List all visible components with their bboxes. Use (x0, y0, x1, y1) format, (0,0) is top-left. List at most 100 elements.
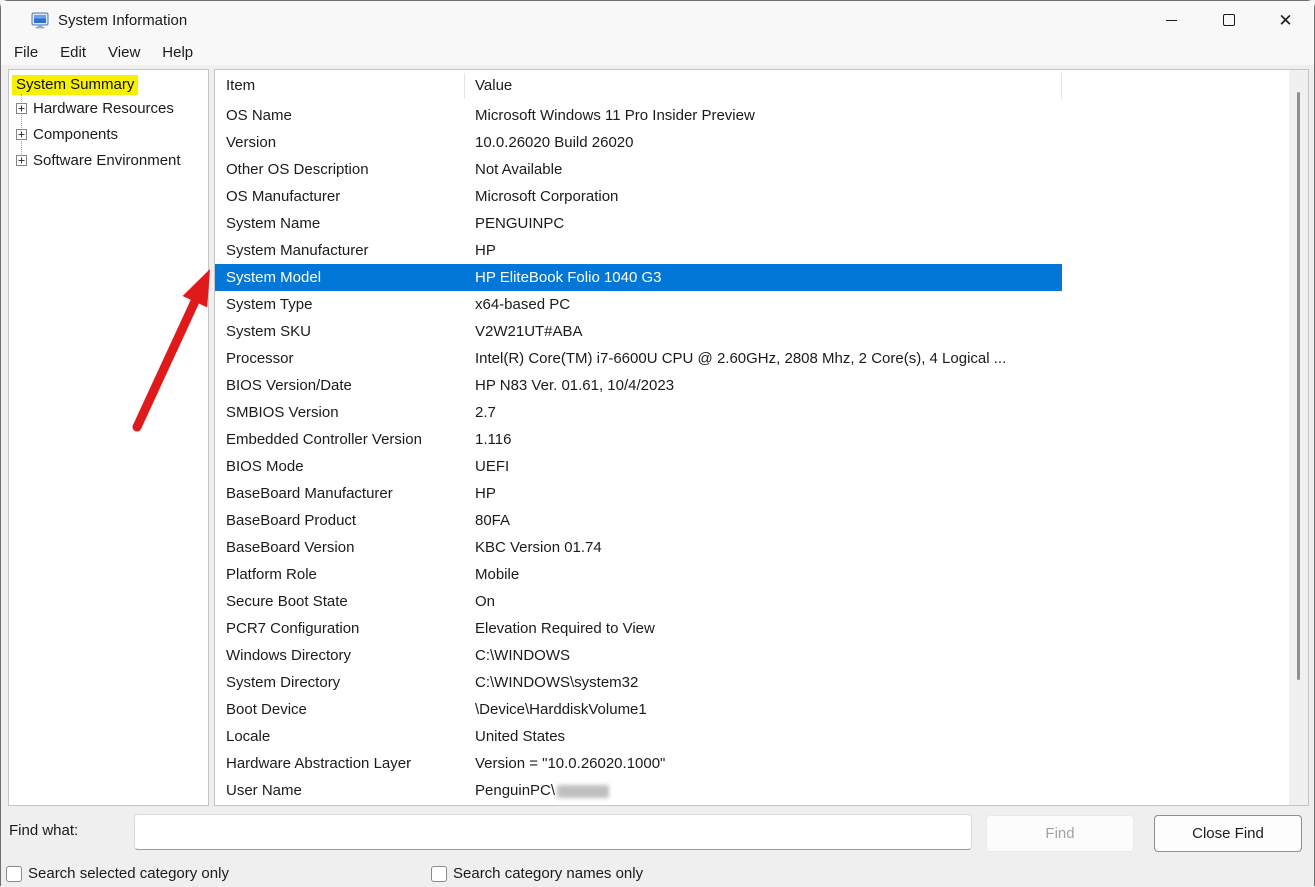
table-row[interactable]: BIOS ModeUEFI (215, 453, 1062, 480)
maximize-button[interactable] (1200, 1, 1257, 39)
row-value: HP (465, 480, 1062, 507)
row-item: System Name (215, 210, 465, 237)
row-value: 1.116 (465, 426, 1062, 453)
row-value: 2.7 (465, 399, 1062, 426)
menu-bar: File Edit View Help (1, 39, 1314, 65)
table-row[interactable]: System Typex64-based PC (215, 291, 1062, 318)
row-item: BIOS Mode (215, 453, 465, 480)
table-row[interactable]: System NamePENGUINPC (215, 210, 1062, 237)
column-header-item[interactable]: Item (215, 73, 465, 99)
table-row[interactable]: Version10.0.26020 Build 26020 (215, 129, 1062, 156)
table-row-user-name[interactable]: User NamePenguinPC\ (215, 777, 1062, 804)
find-button[interactable]: Find (986, 815, 1134, 852)
row-value: C:\WINDOWS (465, 642, 1062, 669)
column-header-value[interactable]: Value (465, 73, 1062, 99)
tree-item-hardware-resources[interactable]: Hardware Resources (9, 95, 208, 121)
table-row[interactable]: BaseBoard VersionKBC Version 01.74 (215, 534, 1062, 561)
tree-item-software-environment[interactable]: Software Environment (9, 147, 208, 173)
row-item: BaseBoard Version (215, 534, 465, 561)
row-item: System Manufacturer (215, 237, 465, 264)
checkbox-label: Search category names only (453, 865, 643, 882)
menu-edit[interactable]: Edit (49, 42, 97, 63)
table-row[interactable]: Other OS DescriptionNot Available (215, 156, 1062, 183)
system-information-window: { "window": { "title": "System Informati… (0, 0, 1315, 886)
menu-file[interactable]: File (3, 42, 49, 63)
row-value: United States (465, 723, 1062, 750)
row-item: Version (215, 129, 465, 156)
row-value: Mobile (465, 561, 1062, 588)
close-find-button[interactable]: Close Find (1154, 815, 1302, 852)
close-button[interactable]: ✕ (1257, 1, 1314, 39)
row-item: Hardware Abstraction Layer (215, 750, 465, 777)
vertical-scrollbar-thumb[interactable] (1297, 92, 1300, 680)
table-row-selected-system-model[interactable]: System ModelHP EliteBook Folio 1040 G3 (215, 264, 1062, 291)
row-value: UEFI (465, 453, 1062, 480)
table-row[interactable]: Platform RoleMobile (215, 561, 1062, 588)
table-row[interactable]: OS NameMicrosoft Windows 11 Pro Insider … (215, 102, 1062, 129)
table-row[interactable]: OS ManufacturerMicrosoft Corporation (215, 183, 1062, 210)
tree-item-components[interactable]: Components (9, 121, 208, 147)
system-summary-highlight[interactable]: System Summary (12, 75, 138, 95)
table-row[interactable]: System SKUV2W21UT#ABA (215, 318, 1062, 345)
category-tree-panel: System Summary Hardware Resources Compon… (8, 69, 209, 806)
row-value: C:\WINDOWS\system32 (465, 669, 1062, 696)
row-value: 80FA (465, 507, 1062, 534)
redacted-username-blur (557, 785, 609, 798)
minimize-button[interactable] (1143, 1, 1200, 39)
row-value: HP (465, 237, 1062, 264)
vertical-scrollbar-track[interactable] (1289, 70, 1308, 805)
menu-help[interactable]: Help (151, 42, 204, 63)
row-item: Processor (215, 345, 465, 372)
table-row[interactable]: BIOS Version/DateHP N83 Ver. 01.61, 10/4… (215, 372, 1062, 399)
table-row[interactable]: BaseBoard ManufacturerHP (215, 480, 1062, 507)
table-row[interactable]: ProcessorIntel(R) Core(TM) i7-6600U CPU … (215, 345, 1062, 372)
row-value: PenguinPC\ (465, 777, 1062, 804)
row-value: V2W21UT#ABA (465, 318, 1062, 345)
row-item: Locale (215, 723, 465, 750)
expand-plus-icon[interactable] (16, 129, 27, 140)
row-value: PENGUINPC (465, 210, 1062, 237)
row-item: User Name (215, 777, 465, 804)
minimize-icon (1166, 20, 1177, 21)
tree-item-label[interactable]: Software Environment (33, 152, 181, 169)
expand-plus-icon[interactable] (16, 103, 27, 114)
row-item: Boot Device (215, 696, 465, 723)
find-input[interactable] (134, 814, 972, 850)
row-value: KBC Version 01.74 (465, 534, 1062, 561)
row-value: Elevation Required to View (465, 615, 1062, 642)
row-value: 10.0.26020 Build 26020 (465, 129, 1062, 156)
row-item: System Directory (215, 669, 465, 696)
tree-item-label[interactable]: Hardware Resources (33, 100, 174, 117)
table-row[interactable]: PCR7 ConfigurationElevation Required to … (215, 615, 1062, 642)
row-item: System Model (215, 264, 465, 291)
row-item: Other OS Description (215, 156, 465, 183)
table-row[interactable]: System DirectoryC:\WINDOWS\system32 (215, 669, 1062, 696)
details-list-panel: Item Value OS NameMicrosoft Windows 11 P… (214, 69, 1309, 806)
table-row[interactable]: Secure Boot StateOn (215, 588, 1062, 615)
table-row[interactable]: Windows DirectoryC:\WINDOWS (215, 642, 1062, 669)
maximize-icon (1223, 14, 1235, 26)
window-title: System Information (58, 12, 187, 29)
tree-item-system-summary[interactable]: System Summary (9, 75, 208, 95)
checkbox-icon[interactable] (431, 866, 447, 882)
row-item: PCR7 Configuration (215, 615, 465, 642)
table-row[interactable]: Boot Device\Device\HarddiskVolume1 (215, 696, 1062, 723)
row-item: Platform Role (215, 561, 465, 588)
table-row[interactable]: LocaleUnited States (215, 723, 1062, 750)
menu-view[interactable]: View (97, 42, 151, 63)
tree-item-label[interactable]: Components (33, 126, 118, 143)
search-selected-category-option[interactable]: Search selected category only (6, 865, 229, 882)
table-row[interactable]: Embedded Controller Version1.116 (215, 426, 1062, 453)
content-area: System Summary Hardware Resources Compon… (1, 65, 1314, 807)
row-item: Embedded Controller Version (215, 426, 465, 453)
table-row[interactable]: BaseBoard Product80FA (215, 507, 1062, 534)
row-item: System SKU (215, 318, 465, 345)
table-row[interactable]: SMBIOS Version2.7 (215, 399, 1062, 426)
find-what-label: Find what: (9, 822, 78, 839)
expand-plus-icon[interactable] (16, 155, 27, 166)
search-category-names-option[interactable]: Search category names only (431, 865, 643, 882)
table-row[interactable]: Hardware Abstraction LayerVersion = "10.… (215, 750, 1062, 777)
row-value: Microsoft Windows 11 Pro Insider Preview (465, 102, 1062, 129)
table-row[interactable]: System ManufacturerHP (215, 237, 1062, 264)
checkbox-icon[interactable] (6, 866, 22, 882)
